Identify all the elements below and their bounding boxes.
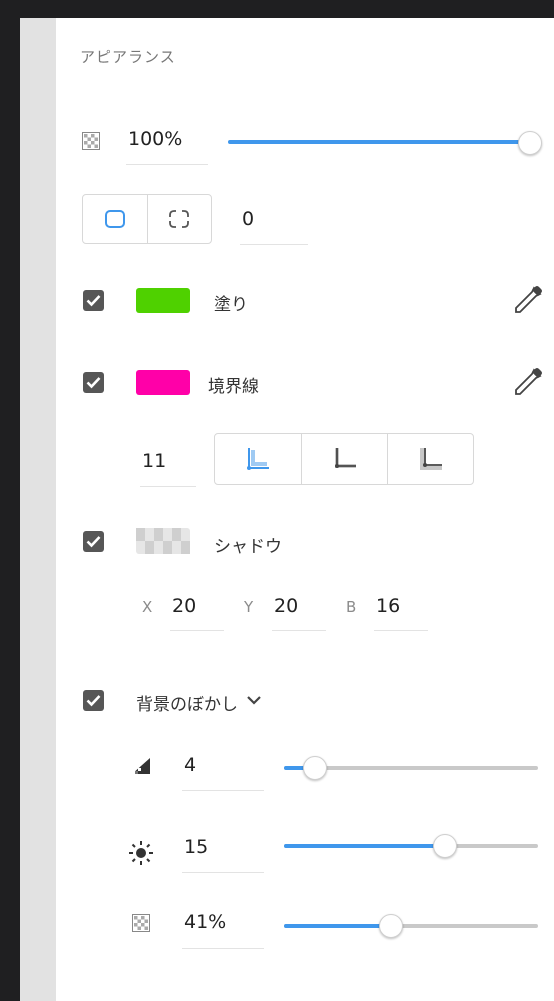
blur-opacity-input[interactable]: 41% xyxy=(184,911,226,933)
fill-checkbox[interactable] xyxy=(83,290,104,311)
eyedropper-icon[interactable] xyxy=(512,366,544,398)
border-checkbox[interactable] xyxy=(83,372,104,393)
border-width-input[interactable]: 11 xyxy=(142,450,166,472)
blur-opacity-underline xyxy=(182,948,264,949)
border-width-underline xyxy=(140,486,196,487)
section-title: アピアランス xyxy=(80,48,176,66)
corner-uniform-button[interactable] xyxy=(83,195,147,243)
shadow-b-input[interactable]: 16 xyxy=(376,595,400,617)
shadow-y-label: Y xyxy=(244,598,254,616)
bg-blur-label: 背景のぼかし xyxy=(136,695,238,715)
shadow-x-underline xyxy=(170,630,224,631)
left-panel-strip xyxy=(20,18,56,1001)
blur-amount-slider-knob[interactable] xyxy=(303,756,327,780)
blur-opacity-slider-fill xyxy=(284,924,390,928)
check-icon xyxy=(86,695,101,707)
brightness-slider-fill xyxy=(284,844,444,848)
opacity-slider-knob[interactable] xyxy=(518,131,542,155)
corner-uniform-icon xyxy=(105,210,125,228)
appearance-panel: アピアランス 100% 0 塗り 境界線 11 シャドウ X 20 Y 20 B… xyxy=(56,18,554,1001)
opacity-checker-icon xyxy=(82,132,100,150)
bg-blur-checkbox[interactable] xyxy=(83,690,104,711)
shadow-y-underline xyxy=(272,630,326,631)
blur-amount-input[interactable]: 4 xyxy=(184,754,196,776)
blur-opacity-checker-icon xyxy=(132,914,150,932)
brightness-input[interactable]: 15 xyxy=(184,836,208,858)
border-center-button[interactable] xyxy=(302,434,387,484)
border-outer-icon xyxy=(420,448,442,470)
corner-input-underline xyxy=(240,244,308,245)
border-inner-button[interactable] xyxy=(215,434,301,484)
brightness-icon xyxy=(129,841,153,865)
check-icon xyxy=(86,536,101,548)
chevron-down-icon[interactable] xyxy=(246,694,262,706)
opacity-input-underline xyxy=(126,164,208,165)
shadow-b-underline xyxy=(374,630,428,631)
shadow-label: シャドウ xyxy=(214,537,282,557)
shadow-checkbox[interactable] xyxy=(83,531,104,552)
blur-amount-underline xyxy=(182,790,264,791)
check-icon xyxy=(86,295,101,307)
corner-individual-button[interactable] xyxy=(148,195,211,243)
border-color-swatch[interactable] xyxy=(136,370,190,395)
check-icon xyxy=(86,377,101,389)
app-frame: アピアランス 100% 0 塗り 境界線 11 シャドウ X 20 Y 20 B… xyxy=(0,0,554,1001)
blur-amount-icon xyxy=(132,758,150,774)
opacity-slider-fill xyxy=(228,140,524,144)
shadow-b-label: B xyxy=(346,598,357,616)
corner-mode-control xyxy=(82,194,212,244)
corner-radius-input[interactable]: 0 xyxy=(242,208,254,230)
shadow-x-label: X xyxy=(142,598,153,616)
shadow-x-input[interactable]: 20 xyxy=(172,595,196,617)
border-label: 境界線 xyxy=(208,377,259,397)
fill-label: 塗り xyxy=(214,295,248,315)
eyedropper-icon[interactable] xyxy=(512,284,544,316)
blur-opacity-slider-knob[interactable] xyxy=(379,914,403,938)
border-outer-button[interactable] xyxy=(388,434,473,484)
shadow-y-input[interactable]: 20 xyxy=(274,595,298,617)
corner-individual-icon xyxy=(169,210,189,228)
border-alignment-control xyxy=(214,433,474,485)
border-inner-icon xyxy=(247,448,269,470)
border-center-icon xyxy=(335,448,356,468)
opacity-input[interactable]: 100% xyxy=(128,128,182,150)
brightness-slider-knob[interactable] xyxy=(433,834,457,858)
brightness-underline xyxy=(182,872,264,873)
fill-color-swatch[interactable] xyxy=(136,288,190,313)
shadow-swatch-icon[interactable] xyxy=(136,528,190,554)
